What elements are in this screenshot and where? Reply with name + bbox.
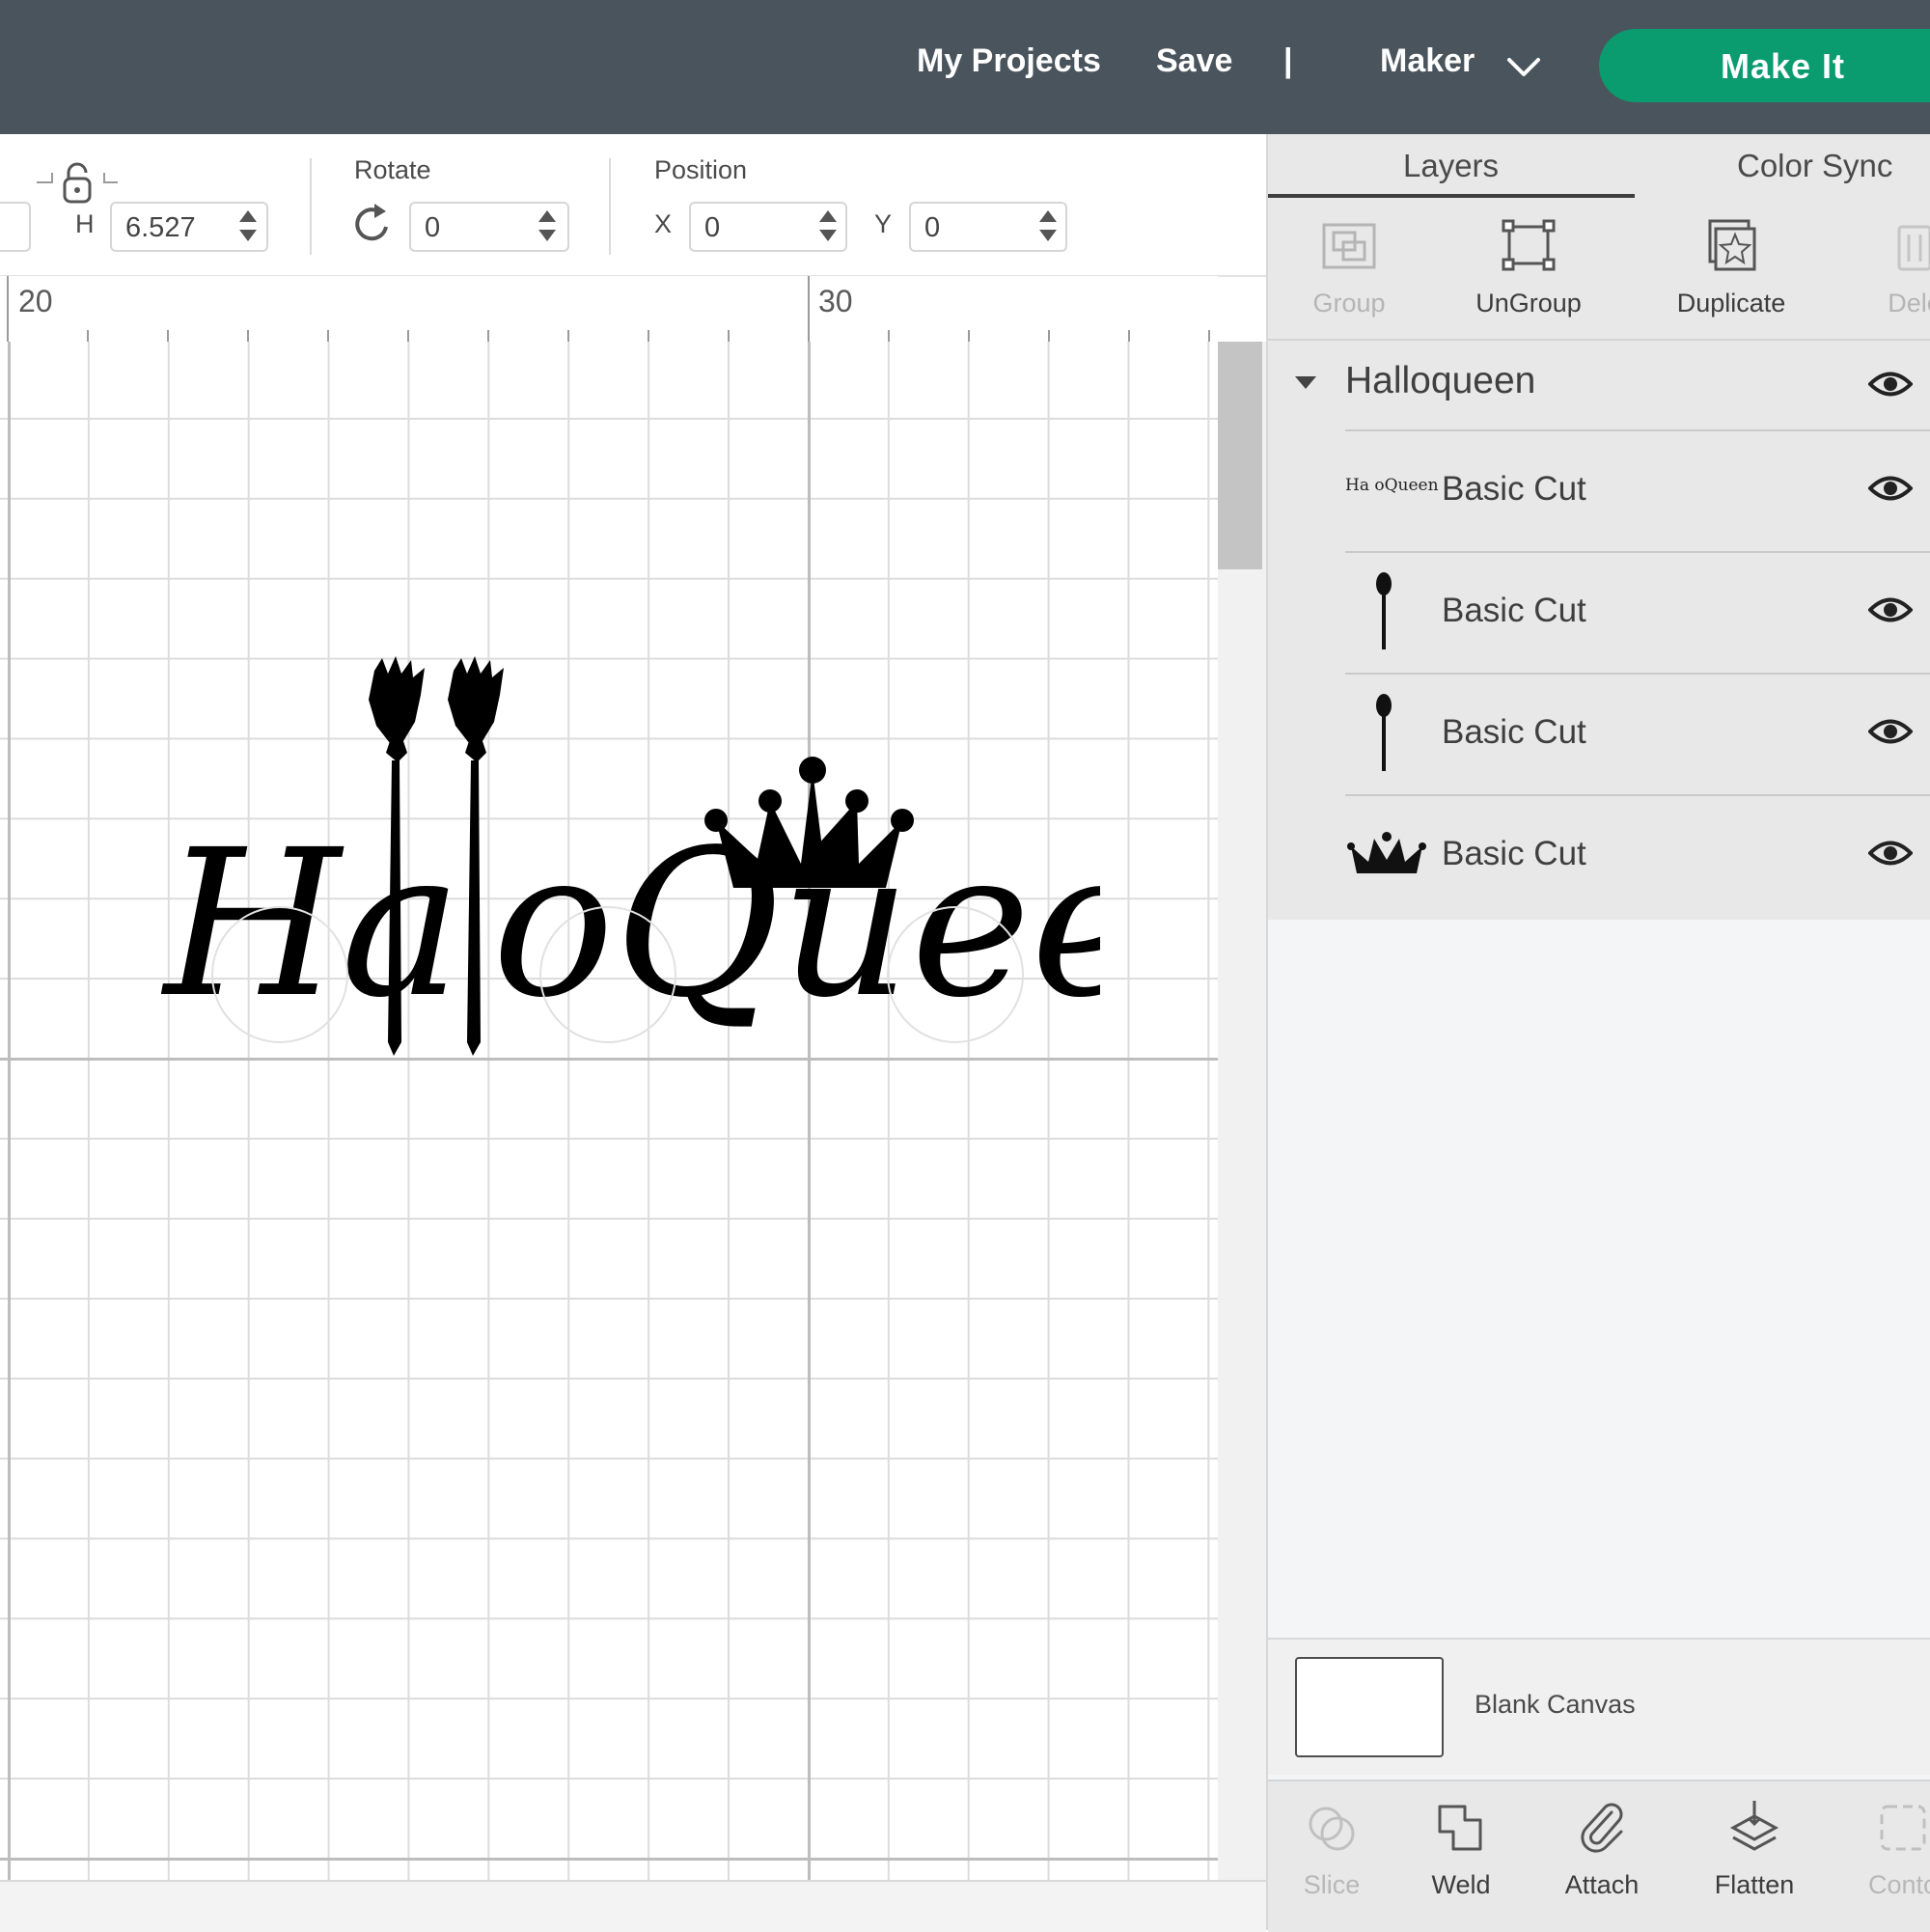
- position-label: Position: [654, 155, 748, 184]
- weld-icon: [1438, 1805, 1482, 1851]
- layer-group-row[interactable]: Halloqueen: [1268, 341, 1930, 428]
- group-label: Group: [1312, 289, 1386, 317]
- layer-row[interactable]: Basic Cut: [1345, 551, 1930, 673]
- ruler-ticks: [7, 276, 1210, 342]
- vertical-scrollbar[interactable]: [1218, 342, 1266, 1880]
- rotate-value: 0: [425, 212, 441, 243]
- edit-toolbar: H 6.527 Rotate 0 Position X 0 Y 0: [0, 134, 1266, 277]
- ungroup-icon: [1502, 219, 1556, 271]
- layer-list: Halloqueen Ha oQueen Basic Cut Basic Cut: [1268, 341, 1930, 920]
- top-bar: My Projects Save | Maker Make It: [0, 0, 1930, 134]
- layer-actions: Group UnGroup Duplicate Del: [1268, 198, 1930, 341]
- halloqueen-lettering: Ha oQueen: [160, 806, 1282, 1042]
- width-field[interactable]: [0, 202, 31, 252]
- height-spinner-icon[interactable]: [237, 205, 259, 247]
- ungroup-label: UnGroup: [1475, 289, 1582, 317]
- layer-name: Basic Cut: [1442, 470, 1586, 508]
- ruler-mark: 30: [818, 284, 853, 318]
- layer-row[interactable]: Basic Cut: [1345, 673, 1930, 794]
- my-projects-link[interactable]: My Projects: [917, 42, 1101, 80]
- flatten-icon: [1729, 1801, 1779, 1851]
- contour-icon: [1880, 1805, 1926, 1851]
- blank-canvas-label: Blank Canvas: [1475, 1690, 1636, 1719]
- rotate-label: Rotate: [354, 155, 431, 184]
- x-label: X: [654, 209, 673, 238]
- bottom-actions: Slice Weld Attach Flatten Cont: [1268, 1780, 1930, 1932]
- panel-tabs: Layers Color Sync: [1268, 134, 1930, 198]
- layer-row[interactable]: Basic Cut: [1345, 794, 1930, 916]
- delete-icon: [1897, 225, 1930, 271]
- eye-icon[interactable]: [1868, 370, 1913, 399]
- layer-row[interactable]: Ha oQueen Basic Cut: [1345, 429, 1930, 551]
- rotate-spinner-icon[interactable]: [537, 205, 558, 247]
- eye-icon[interactable]: [1868, 595, 1913, 624]
- group-icon: [1322, 223, 1376, 269]
- paperclip-icon: [1581, 1803, 1623, 1853]
- layer-name: Basic Cut: [1442, 835, 1586, 872]
- broom-thumbnail-icon: [1376, 572, 1392, 649]
- y-label: Y: [874, 209, 893, 238]
- toolbar-divider: [609, 158, 611, 255]
- crown-thumbnail-icon: [1347, 832, 1426, 873]
- caret-down-icon[interactable]: [1293, 373, 1318, 391]
- eye-icon[interactable]: [1868, 717, 1913, 746]
- layers-panel: Layers Color Sync Group UnGroup Duplicat…: [1266, 134, 1930, 1932]
- y-spinner-icon[interactable]: [1037, 205, 1059, 247]
- group-name: Halloqueen: [1345, 360, 1536, 401]
- duplicate-icon: [1708, 219, 1756, 271]
- duplicate-label: Duplicate: [1676, 289, 1786, 317]
- height-label: H: [75, 209, 95, 238]
- design-canvas[interactable]: [0, 342, 1218, 1880]
- delete-label: Dele: [1888, 289, 1930, 317]
- canvas-color-swatch[interactable]: [1295, 1657, 1444, 1757]
- ruler-mark: 20: [18, 284, 53, 318]
- layer-name: Basic Cut: [1442, 713, 1586, 751]
- tab-layers[interactable]: Layers: [1403, 148, 1499, 184]
- topbar-separator: |: [1283, 42, 1293, 79]
- eye-icon[interactable]: [1868, 839, 1913, 868]
- halloqueen-artwork[interactable]: Ha oQueen: [154, 656, 1282, 1081]
- height-value: 6.527: [125, 212, 196, 243]
- vertical-scroll-thumb[interactable]: [1218, 342, 1262, 569]
- eye-icon[interactable]: [1868, 474, 1913, 503]
- save-button[interactable]: Save: [1156, 42, 1232, 80]
- make-it-label: Make It: [1721, 46, 1846, 86]
- blank-canvas-row[interactable]: Blank Canvas: [1268, 1638, 1930, 1775]
- make-it-button[interactable]: Make It: [1599, 29, 1930, 102]
- horizontal-ruler: 20 30: [0, 276, 1218, 342]
- layer-name: Basic Cut: [1442, 592, 1586, 629]
- contour-label: Conto: [1867, 1870, 1930, 1899]
- aspect-lock-icon[interactable]: [35, 161, 120, 206]
- svg-text:oQueen: oQueen: [492, 806, 1100, 1042]
- toolbar-divider: [310, 158, 312, 255]
- halloqueen-design-graphic: Ha oQueen: [160, 656, 1282, 1056]
- tab-color-sync[interactable]: Color Sync: [1737, 148, 1892, 184]
- horizontal-scrollbar[interactable]: [0, 1880, 1266, 1932]
- y-position-value: 0: [924, 212, 941, 243]
- rotate-icon: [355, 204, 388, 241]
- chevron-down-icon[interactable]: [1503, 46, 1544, 87]
- slice-icon: [1309, 1807, 1355, 1851]
- x-spinner-icon[interactable]: [817, 205, 839, 247]
- text-thumbnail-icon: Ha oQueen: [1345, 476, 1439, 495]
- svg-text:Ha: Ha: [160, 806, 461, 1042]
- x-position-value: 0: [704, 212, 721, 243]
- machine-selector[interactable]: Maker: [1380, 42, 1475, 80]
- broom-thumbnail-icon: [1376, 694, 1392, 771]
